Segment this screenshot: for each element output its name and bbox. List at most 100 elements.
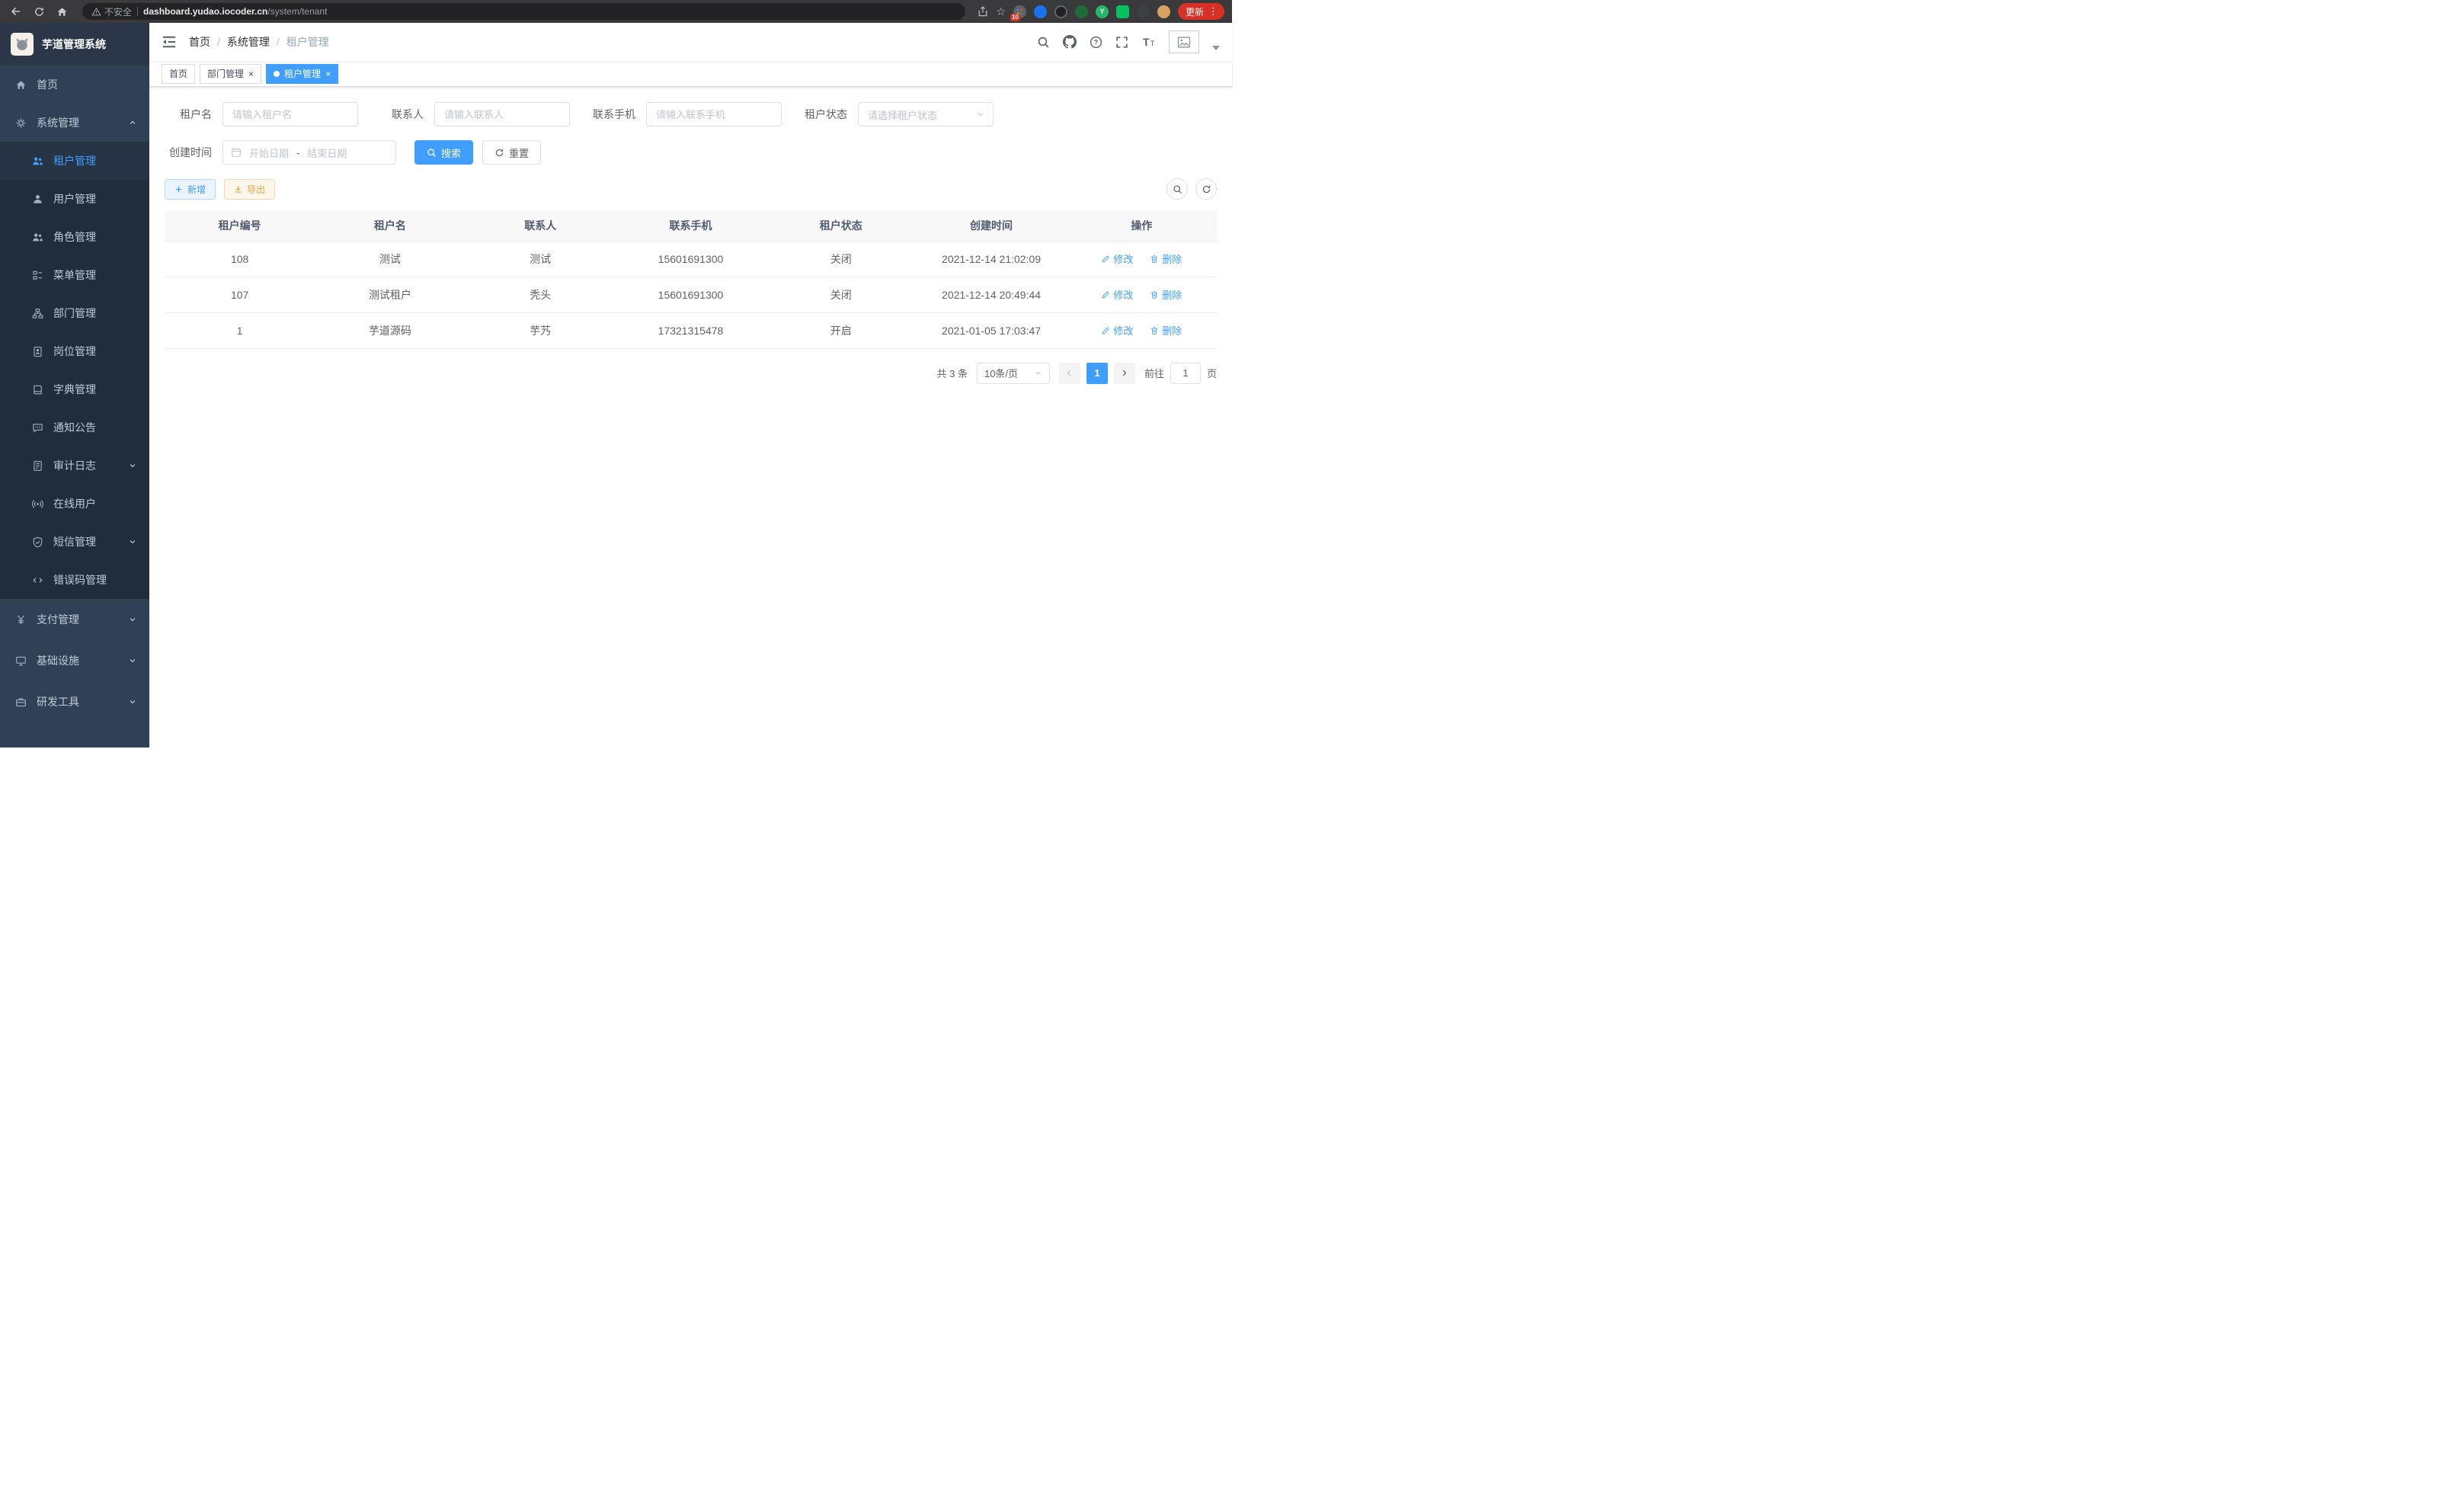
tab-dept[interactable]: 部门管理 × [200, 64, 261, 84]
help-button[interactable]: ? [1090, 36, 1102, 49]
goto-page-input[interactable] [1170, 363, 1201, 384]
github-icon [1063, 35, 1077, 49]
extension-icon[interactable] [1116, 5, 1129, 18]
edit-link[interactable]: 修改 [1101, 287, 1133, 302]
sidebar-item-error-code[interactable]: 错误码管理 [0, 561, 149, 599]
sidebar-item-user[interactable]: 用户管理 [0, 180, 149, 218]
fullscreen-button[interactable] [1115, 36, 1128, 49]
sidebar-item-post[interactable]: 岗位管理 [0, 332, 149, 370]
next-page-button[interactable] [1114, 363, 1135, 384]
address-bar[interactable]: 不安全 dashboard.yudao.iocoder.cn/system/te… [82, 3, 965, 20]
peoples-icon [32, 232, 43, 243]
tree-table-icon [32, 270, 43, 281]
mobile-input[interactable] [646, 102, 782, 126]
share-button[interactable] [978, 6, 988, 17]
monitor-icon [15, 655, 27, 667]
prev-page-button[interactable] [1059, 363, 1080, 384]
refresh-table-button[interactable] [1195, 178, 1217, 200]
delete-link[interactable]: 删除 [1150, 251, 1182, 266]
breadcrumb-system[interactable]: 系统管理 [227, 34, 270, 50]
sidebar-item-home[interactable]: 首页 [0, 66, 149, 104]
tab-home[interactable]: 首页 [162, 64, 195, 84]
toolbar-right [1166, 178, 1217, 200]
main-panel: 首页 / 系统管理 / 租户管理 ? T [149, 23, 1232, 748]
chevron-down-icon [128, 461, 137, 470]
breadcrumb-home[interactable]: 首页 [189, 34, 210, 50]
page-number-button[interactable]: 1 [1086, 363, 1108, 384]
bookmark-star-button[interactable]: ☆ [996, 5, 1006, 18]
extension-icon[interactable]: 10 [1013, 5, 1026, 18]
chevron-up-icon [128, 118, 137, 127]
reset-button[interactable]: 重置 [482, 140, 541, 165]
sidebar-item-label: 首页 [37, 77, 58, 92]
column-header: 操作 [1067, 210, 1217, 241]
column-header: 租户状态 [766, 210, 916, 241]
sidebar-logo[interactable]: 芋道管理系统 [0, 23, 149, 66]
extension-icon[interactable]: Y [1096, 5, 1109, 18]
extension-icon[interactable] [1157, 5, 1170, 18]
header-search-button[interactable] [1037, 36, 1050, 49]
sidebar-item-menu[interactable]: 菜单管理 [0, 256, 149, 294]
sidebar-item-label: 系统管理 [37, 115, 79, 130]
extension-icon[interactable] [1075, 5, 1088, 18]
extension-badge: 10 [1010, 14, 1020, 21]
date-range-picker[interactable]: 开始日期 - 结束日期 [222, 140, 396, 165]
sidebar-item-tenant[interactable]: 租户管理 [0, 142, 149, 180]
delete-label: 删除 [1162, 251, 1182, 266]
extension-icon[interactable] [1034, 5, 1047, 18]
add-button[interactable]: 新增 [165, 179, 216, 200]
search-icon [427, 148, 437, 158]
sidebar-item-dict[interactable]: 字典管理 [0, 370, 149, 408]
export-button[interactable]: 导出 [224, 179, 275, 200]
field-label: 创建时间 [165, 145, 212, 160]
github-link-button[interactable] [1063, 35, 1077, 49]
id-badge-icon [32, 346, 43, 357]
sidebar-item-online-users[interactable]: 在线用户 [0, 485, 149, 523]
sidebar-item-infra[interactable]: 基础设施 [0, 640, 149, 681]
sidebar-item-role[interactable]: 角色管理 [0, 218, 149, 256]
toggle-search-button[interactable] [1166, 178, 1188, 200]
close-icon[interactable]: × [248, 69, 254, 78]
browser-reload-button[interactable] [30, 3, 47, 20]
contact-input[interactable] [434, 102, 570, 126]
security-warning[interactable]: 不安全 [91, 5, 132, 18]
sidebar-toggle-button[interactable] [162, 34, 177, 50]
cell-tenant-name: 测试租户 [315, 277, 465, 312]
sidebar-item-label: 短信管理 [53, 534, 96, 549]
browser-menu-icon[interactable]: ⋮ [1208, 5, 1218, 18]
tenant-name-input[interactable] [222, 102, 358, 126]
cell-tenant-name: 测试 [315, 241, 465, 277]
sidebar-item-payment[interactable]: 支付管理 [0, 599, 149, 640]
sidebar-item-notice[interactable]: 通知公告 [0, 408, 149, 447]
font-size-button[interactable]: TT [1141, 36, 1156, 49]
tab-tenant[interactable]: 租户管理 × [266, 64, 338, 84]
sidebar-item-system[interactable]: 系统管理 [0, 104, 149, 142]
table-toolbar: 新增 导出 [165, 178, 1217, 200]
sidebar-item-sms[interactable]: 短信管理 [0, 523, 149, 561]
extension-icon[interactable] [1137, 5, 1150, 18]
browser-back-button[interactable] [8, 3, 24, 20]
edit-link[interactable]: 修改 [1101, 251, 1133, 266]
sidebar-item-label: 角色管理 [53, 229, 96, 245]
svg-text:T: T [1150, 40, 1155, 48]
edit-link[interactable]: 修改 [1101, 323, 1133, 338]
page-size-select[interactable]: 10条/页 [977, 363, 1050, 384]
user-avatar[interactable] [1169, 30, 1199, 53]
browser-update-button[interactable]: 更新 ⋮ [1178, 3, 1224, 20]
broken-image-icon [1177, 37, 1191, 48]
sidebar-item-dept[interactable]: 部门管理 [0, 294, 149, 332]
delete-link[interactable]: 删除 [1150, 323, 1182, 338]
sidebar-item-audit-log[interactable]: 审计日志 [0, 447, 149, 485]
user-menu-caret-icon[interactable] [1212, 46, 1220, 50]
tenant-table: 租户编号 租户名 联系人 联系手机 租户状态 创建时间 操作 108 测试 测试 [165, 210, 1217, 349]
filter-row-1: 租户名 联系人 联系手机 租户状态 请选择租户状态 [165, 102, 1217, 126]
search-button[interactable]: 搜索 [414, 140, 473, 165]
browser-home-button[interactable] [53, 3, 70, 20]
sidebar-item-dev-tools[interactable]: 研发工具 [0, 681, 149, 722]
breadcrumb: 首页 / 系统管理 / 租户管理 [189, 34, 329, 50]
status-select[interactable]: 请选择租户状态 [858, 102, 994, 126]
close-icon[interactable]: × [325, 69, 331, 78]
book-icon [32, 384, 43, 395]
extension-icon[interactable] [1054, 5, 1067, 18]
delete-link[interactable]: 删除 [1150, 287, 1182, 302]
